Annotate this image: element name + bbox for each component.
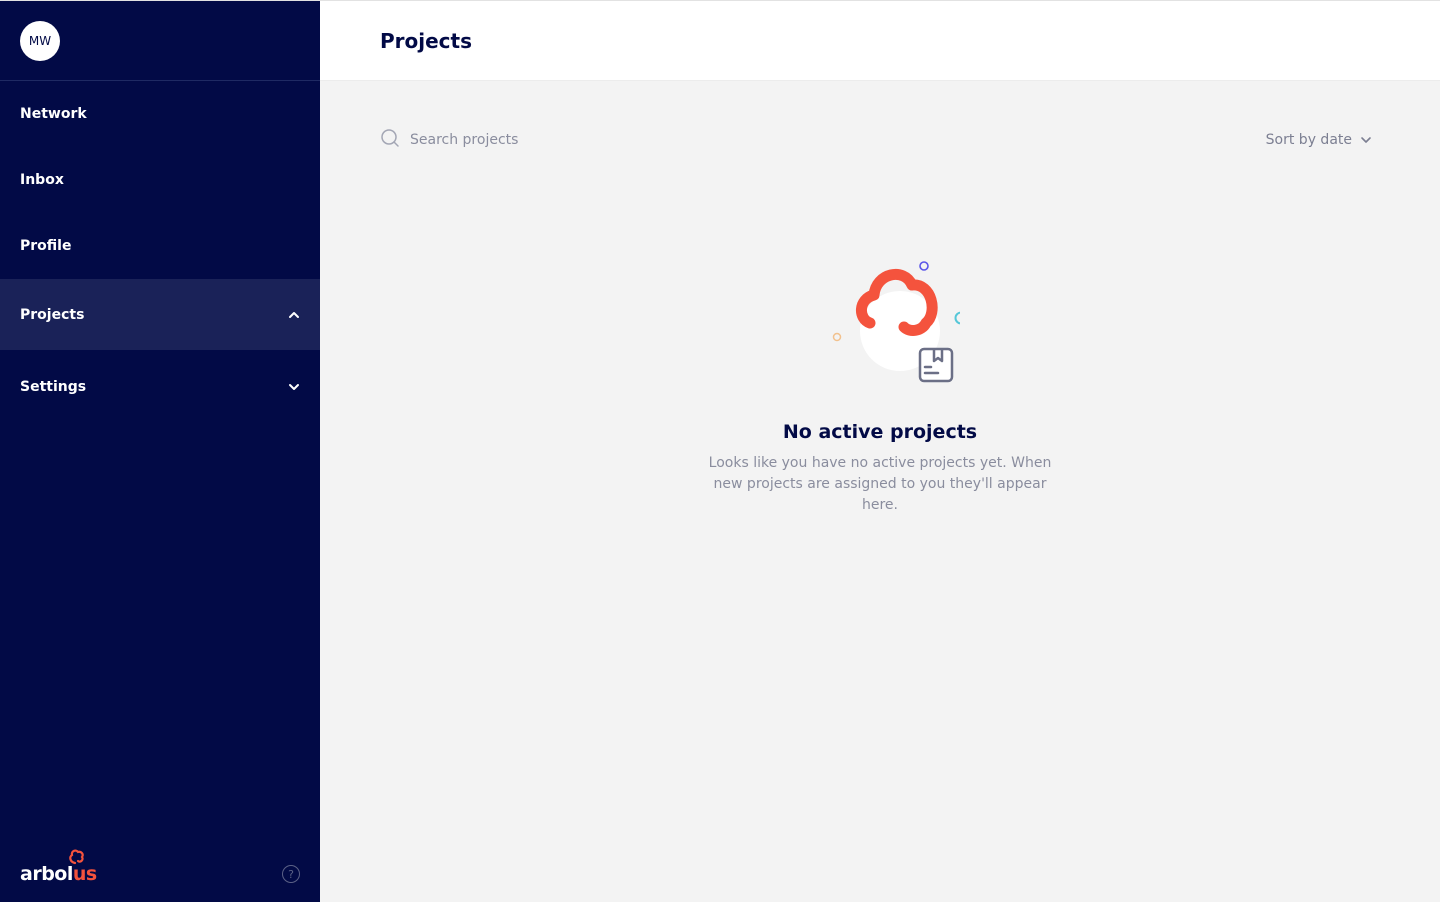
sidebar-item-inbox[interactable]: Inbox [0,147,320,213]
sidebar-item-label: Settings [20,379,87,395]
sidebar-item-label: Inbox [20,172,64,188]
chevron-down-icon [1360,134,1372,146]
page-header: Projects [320,1,1440,81]
avatar-row: MW [0,1,320,81]
projects-toolbar: Sort by date [380,127,1372,153]
sidebar-item-label: Profile [20,238,72,254]
sidebar: MW Network Inbox Profile Projects Settin… [0,1,320,902]
folder-icon [918,347,954,383]
empty-state: No active projects Looks like you have n… [700,251,1060,516]
search-bar [380,128,710,152]
empty-state-illustration [800,251,968,391]
sidebar-item-profile[interactable]: Profile [0,213,320,279]
search-icon [380,128,400,152]
tree-icon [69,849,84,865]
question-circle-icon[interactable]: ? [282,865,300,883]
chevron-down-icon [288,381,300,393]
search-input[interactable] [410,132,710,148]
sidebar-item-network[interactable]: Network [0,81,320,147]
sort-label: Sort by date [1265,132,1352,148]
page-title: Projects [380,28,473,53]
chevron-up-icon [288,309,300,321]
empty-state-title: No active projects [782,421,978,443]
sidebar-item-settings[interactable]: Settings [0,350,320,424]
sidebar-item-projects[interactable]: Projects [0,279,320,350]
sidebar-footer: arbol us ? [20,849,300,885]
sidebar-item-label: Projects [20,306,85,323]
arbolus-logo[interactable]: arbol us [20,849,97,885]
empty-state-description: Looks like you have no active projects y… [708,455,1052,513]
sort-dropdown[interactable]: Sort by date [1266,132,1372,148]
sidebar-item-label: Network [20,106,87,122]
avatar[interactable]: MW [20,20,60,61]
